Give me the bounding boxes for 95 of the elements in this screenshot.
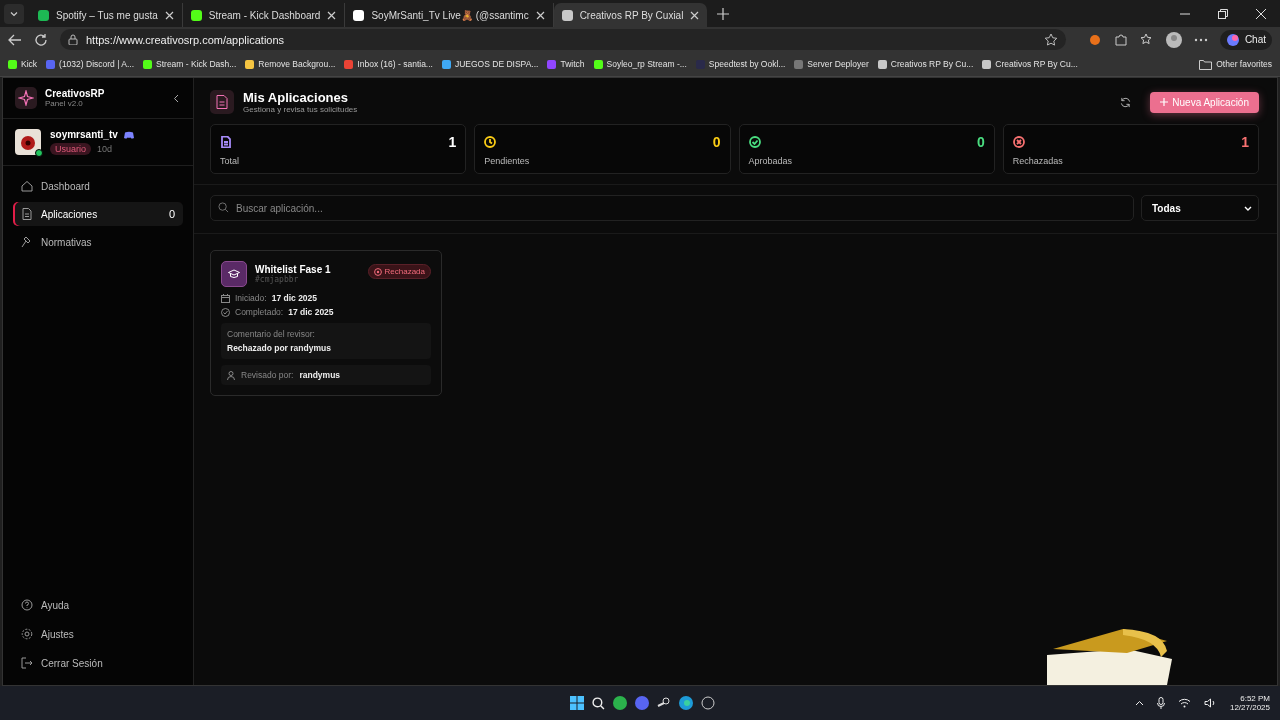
nav-item[interactable]: Normativas — [13, 230, 183, 254]
favorites-icon[interactable] — [1139, 32, 1154, 47]
page-title: Mis Aplicaciones — [243, 90, 349, 105]
document-icon — [210, 90, 234, 114]
search-field[interactable]: Buscar aplicación... — [210, 195, 1134, 221]
star-icon[interactable] — [1043, 32, 1058, 47]
status-badge: Rechazada — [367, 264, 431, 279]
date-value: 17 dic 2025 — [288, 307, 334, 317]
application-id: #cmjapbbr — [255, 275, 300, 284]
address-field[interactable]: https://www.creativosrp.com/applications — [60, 29, 1066, 50]
collapse-icon[interactable] — [173, 93, 179, 103]
bookmark[interactable]: Inbox (16) - santia... — [344, 59, 433, 69]
version-label: Panel v2.0 — [45, 99, 84, 108]
new-tab-icon[interactable] — [717, 7, 730, 20]
page-subtitle: Gestiona y revisa tus solicitudes — [243, 105, 358, 114]
gavel-icon — [21, 236, 33, 248]
wifi-icon[interactable] — [1177, 698, 1191, 708]
bookmark[interactable]: Stream - Kick Dash... — [143, 59, 237, 69]
stat-value: 0 — [712, 134, 721, 150]
more-icon[interactable] — [1193, 37, 1208, 42]
comment-text: Rechazado por randymus — [227, 343, 332, 353]
bookmark[interactable]: Server Deployer — [794, 59, 869, 69]
chat-button[interactable]: Chat — [1219, 29, 1272, 50]
start-icon[interactable] — [570, 696, 584, 710]
app-icon[interactable] — [701, 696, 715, 710]
role-badge: Usuario — [50, 143, 91, 155]
volume-icon[interactable] — [1203, 698, 1217, 708]
sparkle-icon — [15, 87, 37, 109]
clock-time: 6:52 PM — [1240, 694, 1270, 703]
bookmark[interactable]: JUEGOS DE DISPA... — [441, 59, 539, 69]
microphone-icon[interactable] — [1156, 697, 1165, 709]
stat-value: 0 — [976, 134, 985, 150]
logout-icon — [21, 657, 33, 669]
bookmark[interactable]: Twitch — [547, 59, 585, 69]
browser-icon[interactable] — [679, 696, 693, 710]
footer-link[interactable]: Ajustes — [13, 622, 183, 646]
target-icon — [373, 267, 382, 276]
footer-link[interactable]: Cerrar Sesión — [13, 651, 183, 675]
restore-icon[interactable] — [1218, 8, 1228, 19]
brand-name: CreativosRP — [45, 88, 105, 99]
calendar-icon — [221, 293, 230, 303]
chevron-up-icon[interactable] — [1134, 700, 1144, 706]
stat-label: Rechazadas — [1012, 156, 1064, 166]
graduation-cap-icon — [221, 261, 247, 287]
application-title: Whitelist Fase 1 — [255, 264, 331, 275]
browser-tab[interactable]: Creativos RP By Cuxial — [553, 3, 708, 27]
close-icon[interactable] — [535, 10, 545, 20]
plus-icon — [1160, 98, 1169, 106]
stat-label: Total — [220, 156, 240, 166]
bookmark[interactable]: Soyleo_rp Stream -... — [593, 59, 687, 69]
user-name: soymrsanti_tv — [50, 129, 118, 140]
reload-icon[interactable] — [34, 32, 48, 47]
home-icon — [21, 180, 33, 192]
nav-item[interactable]: Aplicaciones 0 — [13, 202, 183, 226]
bookmark[interactable]: Creativos RP By Cu... — [982, 59, 1078, 69]
date-value: 17 dic 2025 — [271, 293, 318, 303]
comment-label: Comentario del revisor: — [227, 329, 316, 339]
bookmark[interactable]: (1032) Discord | A... — [46, 59, 135, 69]
date-label: Completado: — [235, 307, 284, 317]
footer-link[interactable]: Ayuda — [13, 593, 183, 617]
tab-list-button[interactable] — [4, 3, 24, 24]
settings-icon — [21, 628, 33, 640]
caret-icon — [1244, 205, 1252, 211]
chat-logo-icon — [1225, 32, 1240, 47]
status-filter-dropdown[interactable]: Todas — [1141, 195, 1259, 221]
bookmark[interactable]: Speedtest by Ookl... — [695, 59, 786, 69]
bookmark[interactable]: Creativos RP By Cu... — [877, 59, 974, 69]
close-icon[interactable] — [327, 10, 337, 20]
lock-icon — [68, 34, 78, 45]
user-icon — [227, 370, 235, 380]
stat-label: Pendientes — [484, 156, 531, 166]
close-icon[interactable] — [164, 10, 174, 20]
help-icon — [21, 599, 33, 611]
bookmark-folder[interactable]: Other favorites — [1199, 58, 1272, 70]
bookmark[interactable]: Kick — [8, 59, 38, 69]
date-label: Iniciado: — [235, 293, 267, 303]
close-icon[interactable] — [690, 10, 700, 20]
reviewer-label: Revisado por: — [241, 370, 294, 380]
stat-value: 1 — [448, 134, 457, 150]
document-icon — [21, 208, 33, 220]
check-circle-icon — [221, 307, 230, 317]
clock-date: 12/27/2025 — [1229, 703, 1270, 712]
stat-value: 1 — [1241, 134, 1249, 150]
stat-label: Aprobadas — [748, 156, 794, 166]
member-age: 10d — [97, 144, 113, 154]
nav-item[interactable]: Dashboard — [13, 174, 183, 198]
folder-icon — [1199, 58, 1213, 70]
search-icon[interactable] — [592, 696, 605, 710]
bookmark[interactable]: Remove Backgrou... — [245, 59, 336, 69]
profile-icon[interactable] — [1165, 31, 1182, 48]
back-icon[interactable] — [8, 32, 22, 47]
app-icon[interactable] — [613, 696, 627, 710]
refresh-icon[interactable] — [1120, 96, 1132, 108]
reviewer-name: randymus — [299, 370, 341, 380]
close-icon[interactable] — [1256, 8, 1266, 19]
